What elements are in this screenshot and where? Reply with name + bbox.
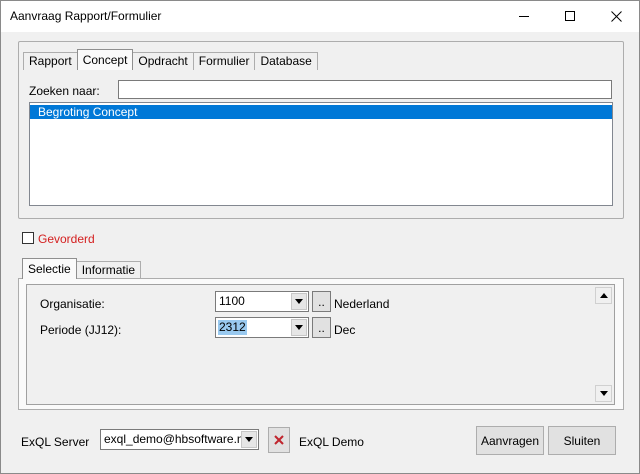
window-title: Aanvraag Rapport/Formulier xyxy=(10,9,162,23)
sub-tab-bar: Selectie Informatie xyxy=(22,258,142,279)
period-description: Dec xyxy=(334,323,356,337)
minimize-button[interactable] xyxy=(501,1,547,32)
tab-formulier[interactable]: Formulier xyxy=(192,52,256,70)
close-icon xyxy=(610,11,622,22)
dialog-window: Aanvraag Rapport/Formulier Rapport Conce… xyxy=(0,0,640,474)
organisation-label: Organisatie: xyxy=(40,297,105,311)
organisation-browse-button[interactable]: .. xyxy=(312,291,331,312)
period-browse-button[interactable]: .. xyxy=(312,317,331,338)
tab-rapport[interactable]: Rapport xyxy=(23,52,78,70)
server-value: exql_demo@hbsoftware.nl xyxy=(104,432,247,446)
request-button[interactable]: Aanvragen xyxy=(476,426,544,455)
arrow-down-icon xyxy=(599,391,608,396)
server-combo[interactable]: exql_demo@hbsoftware.nl xyxy=(100,429,259,450)
close-button[interactable] xyxy=(593,1,639,32)
maximize-button[interactable] xyxy=(547,1,593,32)
list-item-label: Begroting Concept xyxy=(38,105,138,119)
period-label: Periode (JJ12): xyxy=(40,323,122,337)
selection-scrollbar[interactable] xyxy=(595,287,612,402)
server-dropdown-button[interactable] xyxy=(241,431,257,448)
advanced-label: Gevorderd xyxy=(38,232,95,246)
maximize-icon xyxy=(564,11,575,21)
server-name: ExQL Demo xyxy=(299,435,364,449)
search-label: Zoeken naar: xyxy=(29,84,100,98)
organisation-description: Nederland xyxy=(334,297,390,311)
title-bar: Aanvraag Rapport/Formulier xyxy=(1,1,639,32)
period-combo[interactable]: 2312 xyxy=(215,317,309,338)
main-tab-bar: Rapport Concept Opdracht Formulier Datab… xyxy=(23,49,318,70)
chevron-down-icon xyxy=(245,437,253,442)
scroll-down-button[interactable] xyxy=(595,385,612,402)
search-input[interactable] xyxy=(118,80,612,99)
period-dropdown-button[interactable] xyxy=(291,319,307,336)
tab-concept[interactable]: Concept xyxy=(76,49,134,70)
organisation-value: 1100 xyxy=(219,294,245,308)
disconnect-button[interactable] xyxy=(268,427,290,453)
tab-informatie[interactable]: Informatie xyxy=(75,261,142,279)
tab-database[interactable]: Database xyxy=(254,52,318,70)
chevron-down-icon xyxy=(295,299,303,304)
red-x-icon xyxy=(274,435,284,445)
concept-list[interactable]: Begroting Concept xyxy=(29,102,613,206)
organisation-dropdown-button[interactable] xyxy=(291,293,307,310)
advanced-checkbox[interactable] xyxy=(22,232,34,244)
minimize-icon xyxy=(518,16,529,17)
organisation-combo[interactable]: 1100 xyxy=(215,291,309,312)
tab-opdracht[interactable]: Opdracht xyxy=(132,52,194,70)
server-label: ExQL Server xyxy=(21,435,90,449)
list-item[interactable]: Begroting Concept xyxy=(30,105,612,119)
scroll-up-button[interactable] xyxy=(595,287,612,304)
chevron-down-icon xyxy=(295,325,303,330)
arrow-up-icon xyxy=(599,293,608,298)
tab-selectie[interactable]: Selectie xyxy=(22,258,77,279)
close-dialog-button[interactable]: Sluiten xyxy=(548,426,616,455)
period-value: 2312 xyxy=(218,320,247,335)
